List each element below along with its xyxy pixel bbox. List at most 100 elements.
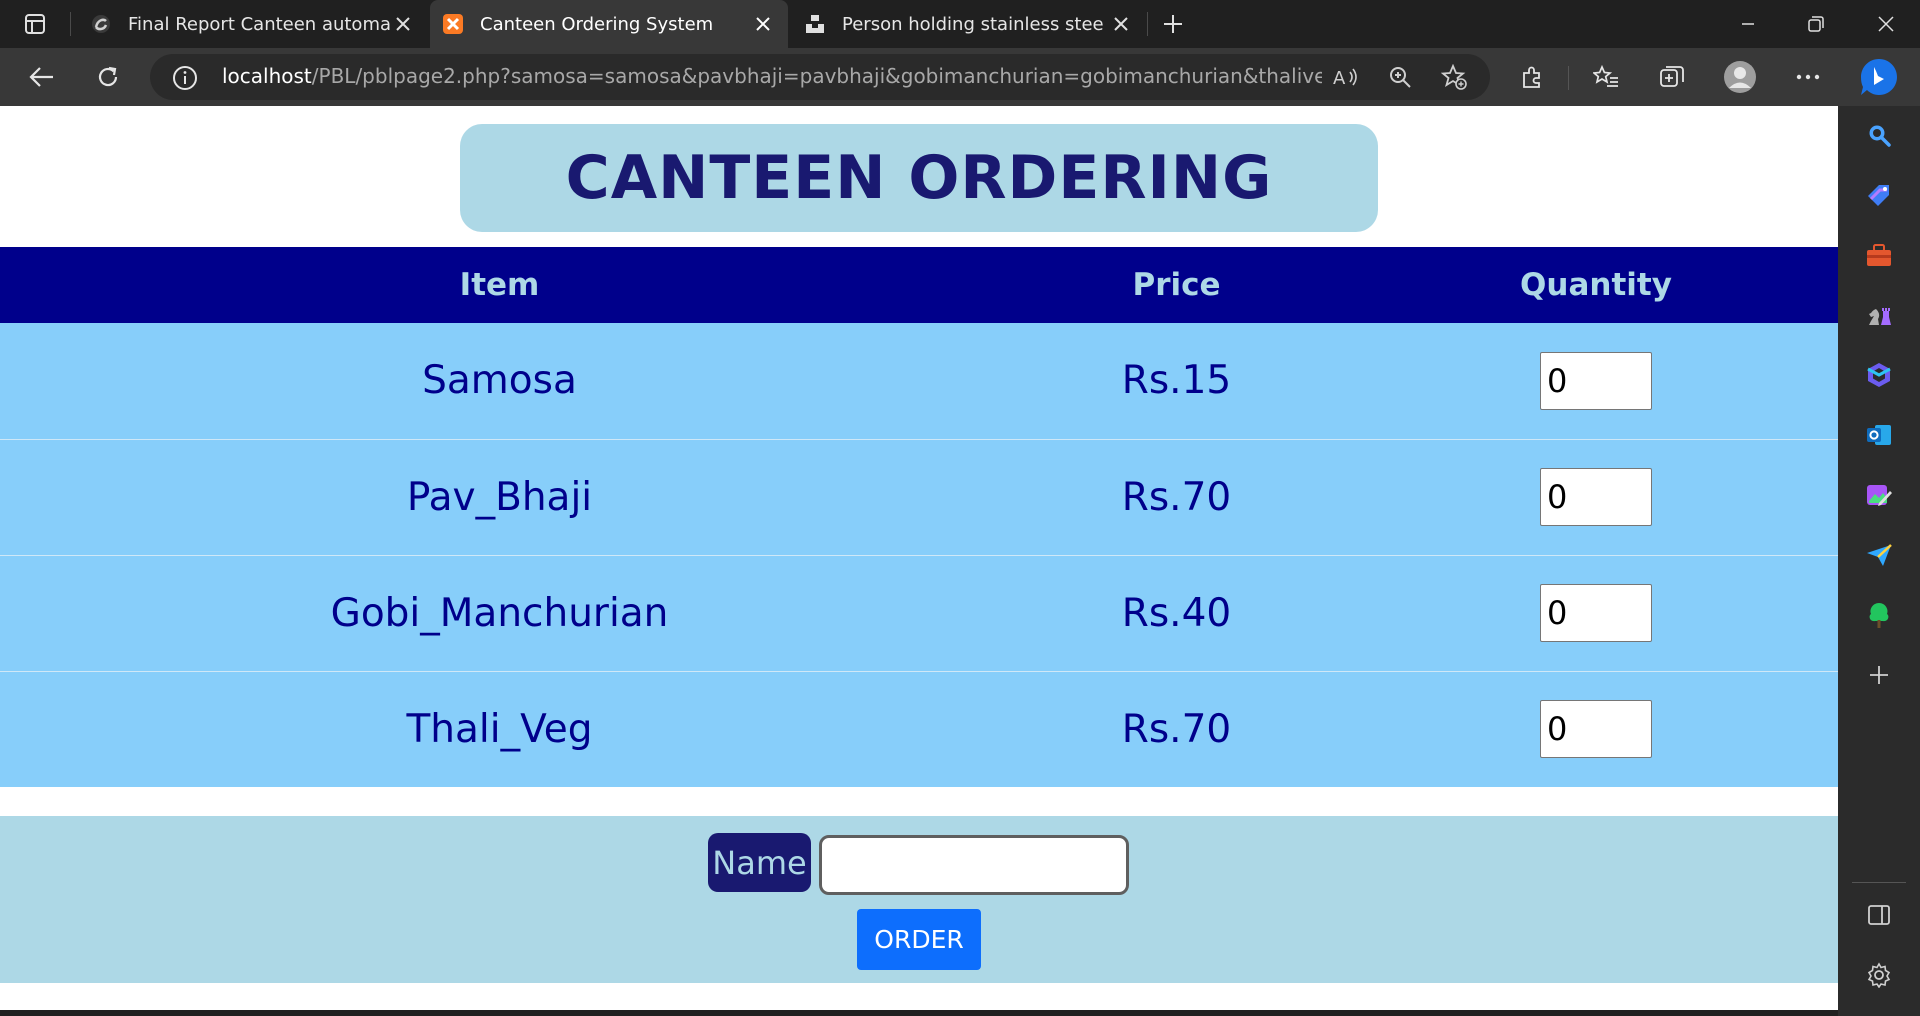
plus-icon — [1164, 15, 1182, 33]
read-aloud-icon[interactable]: A — [1332, 63, 1360, 91]
tab-separator — [70, 12, 71, 36]
header-price: Price — [1132, 267, 1221, 303]
sidebar-settings[interactable] — [1864, 960, 1894, 990]
header-item: Item — [459, 267, 540, 303]
sidebar-tools[interactable] — [1864, 240, 1894, 270]
close-window-button[interactable] — [1852, 0, 1920, 48]
tab-separator — [1147, 12, 1148, 36]
tab-actions-icon — [25, 14, 45, 34]
close-icon — [756, 17, 770, 31]
more-icon — [1796, 74, 1820, 80]
item-name: Gobi_Manchurian — [330, 590, 669, 636]
table-row: Gobi_Manchurian Rs.40 — [0, 555, 1838, 671]
quantity-input-gobi-manchurian[interactable] — [1540, 584, 1652, 642]
sidebar-add[interactable] — [1864, 660, 1894, 690]
site-info-icon[interactable] — [172, 65, 198, 91]
item-name: Samosa — [422, 358, 577, 404]
sidebar-hide[interactable] — [1864, 900, 1894, 930]
tag-icon — [1868, 185, 1889, 206]
sidebar-search[interactable] — [1864, 120, 1894, 150]
table-row: Samosa Rs.15 — [0, 323, 1838, 439]
add-favorite-icon[interactable] — [1440, 63, 1468, 91]
outlook-icon — [1867, 425, 1891, 445]
tab-person-holding[interactable]: Person holding stainless steel for — [792, 0, 1146, 48]
close-icon — [396, 17, 410, 31]
settings-icon — [1867, 962, 1891, 988]
page-viewport: CANTEEN ORDERING SYSTEM Item Price Quant… — [0, 106, 1838, 1010]
url-host: localhost — [222, 64, 312, 88]
address-bar[interactable]: localhost/PBL/pblpage2.php?samosa=samosa… — [150, 54, 1490, 100]
order-button[interactable]: ORDER — [857, 909, 981, 970]
sidebar-drop[interactable] — [1864, 540, 1894, 570]
collections-icon — [1660, 66, 1684, 87]
sidebar-outlook[interactable] — [1864, 420, 1894, 450]
avatar — [1724, 61, 1756, 93]
bing-copilot-button[interactable] — [1838, 48, 1920, 106]
table-row: Pav_Bhaji Rs.70 — [0, 439, 1838, 555]
sidebar-tree[interactable] — [1864, 600, 1894, 630]
quantity-cell — [1354, 671, 1838, 787]
designer-icon — [1867, 485, 1892, 506]
quantity-cell — [1354, 323, 1838, 439]
sidebar-games[interactable] — [1864, 300, 1894, 330]
item-price: Rs.40 — [1121, 590, 1232, 636]
menu-table: Item Price Quantity Samosa Rs.15 Pav_Bha… — [0, 247, 1838, 787]
document-app-icon — [90, 13, 112, 35]
unsplash-icon — [804, 13, 826, 35]
item-price: Rs.70 — [1121, 706, 1232, 752]
page-title: CANTEEN ORDERING SYSTEM — [460, 124, 1378, 321]
tab-close-button[interactable] — [1108, 11, 1134, 37]
tab-canteen-ordering[interactable]: Canteen Ordering System — [430, 0, 788, 48]
quantity-input-samosa[interactable] — [1540, 351, 1652, 410]
restore-button[interactable] — [1782, 0, 1850, 48]
window-bottom-edge — [0, 1010, 1838, 1016]
tab-close-button[interactable] — [750, 11, 776, 37]
tree-icon — [1869, 603, 1889, 628]
collections-button[interactable] — [1652, 58, 1692, 96]
settings-more-button[interactable] — [1788, 58, 1828, 96]
name-input[interactable] — [819, 835, 1129, 895]
xampp-icon — [442, 13, 464, 35]
tab-title: Person holding stainless steel for — [842, 13, 1104, 35]
minimize-icon — [1742, 23, 1754, 25]
svg-text:A: A — [1333, 68, 1346, 88]
favorites-button[interactable] — [1586, 58, 1626, 96]
chess-icon — [1869, 308, 1891, 325]
profile-button[interactable] — [1720, 58, 1760, 96]
tab-title: Final Report Canteen automation — [128, 13, 390, 35]
zoom-icon[interactable] — [1386, 63, 1414, 91]
close-icon — [1878, 16, 1894, 32]
sidebar-copilot[interactable] — [1864, 360, 1894, 390]
tab-title: Canteen Ordering System — [480, 13, 714, 35]
item-price: Rs.15 — [1121, 358, 1232, 404]
new-tab-button[interactable] — [1157, 9, 1189, 39]
panel-icon — [1868, 905, 1890, 925]
header-quantity: Quantity — [1520, 267, 1672, 303]
order-form: Name ORDER — [0, 816, 1838, 983]
toolbox-icon — [1867, 244, 1891, 266]
tab-actions-button[interactable] — [14, 9, 56, 39]
tab-close-button[interactable] — [390, 11, 416, 37]
toolbar-divider — [1568, 66, 1569, 90]
refresh-icon — [98, 66, 118, 87]
quantity-cell — [1354, 555, 1838, 671]
table-header-row: Item Price Quantity — [0, 247, 1838, 323]
sidebar-divider — [1852, 882, 1906, 883]
table-row: Thali_Veg Rs.70 — [0, 671, 1838, 787]
sidebar-shopping[interactable] — [1864, 180, 1894, 210]
quantity-input-pav-bhaji[interactable] — [1540, 468, 1652, 526]
back-button[interactable] — [22, 58, 62, 96]
close-icon — [1114, 17, 1128, 31]
refresh-button[interactable] — [88, 58, 128, 96]
extensions-button[interactable] — [1512, 58, 1552, 96]
browser-toolbar: localhost/PBL/pblpage2.php?samosa=samosa… — [0, 48, 1920, 106]
url-text[interactable]: localhost/PBL/pblpage2.php?samosa=samosa… — [222, 64, 1322, 88]
tab-final-report[interactable]: Final Report Canteen automation — [78, 0, 428, 48]
url-path: /PBL/pblpage2.php?samosa=samosa&pavbhaji… — [311, 64, 1322, 88]
item-name: Thali_Veg — [406, 706, 593, 752]
quantity-input-thali-veg[interactable] — [1540, 700, 1652, 759]
sidebar-designer[interactable] — [1864, 480, 1894, 510]
bing-icon — [1861, 59, 1897, 95]
minimize-button[interactable] — [1714, 0, 1782, 48]
send-icon — [1867, 544, 1892, 566]
